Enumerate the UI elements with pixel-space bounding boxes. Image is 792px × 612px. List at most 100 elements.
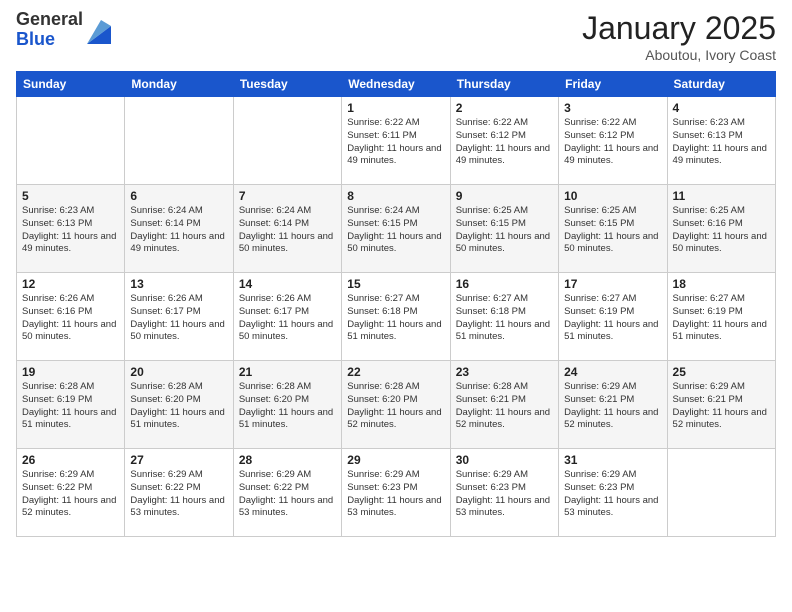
- day-info: Sunrise: 6:23 AM Sunset: 6:13 PM Dayligh…: [22, 205, 119, 256]
- day-number: 9: [456, 189, 553, 203]
- day-number: 7: [239, 189, 336, 203]
- header-friday: Friday: [559, 72, 667, 97]
- calendar-cell: 3Sunrise: 6:22 AM Sunset: 6:12 PM Daylig…: [559, 97, 667, 185]
- day-number: 13: [130, 277, 227, 291]
- day-info: Sunrise: 6:26 AM Sunset: 6:16 PM Dayligh…: [22, 293, 119, 344]
- day-info: Sunrise: 6:28 AM Sunset: 6:21 PM Dayligh…: [456, 381, 553, 432]
- day-info: Sunrise: 6:28 AM Sunset: 6:19 PM Dayligh…: [22, 381, 119, 432]
- day-info: Sunrise: 6:22 AM Sunset: 6:11 PM Dayligh…: [347, 117, 444, 168]
- calendar-cell: 12 Sunrise: 6:26 AM Sunset: 6:16 PM Dayli…: [17, 273, 125, 361]
- calendar-cell: 21 Sunrise: 6:28 AM Sunset: 6:20 PM Dayli…: [233, 361, 341, 449]
- day-info: Sunrise: 6:24 AM Sunset: 6:14 PM Dayligh…: [130, 205, 227, 256]
- day-number: 10: [564, 189, 661, 203]
- header-tuesday: Tuesday: [233, 72, 341, 97]
- day-number: 8: [347, 189, 444, 203]
- day-number: 31: [564, 453, 661, 467]
- calendar-cell: 4Sunrise: 6:23 AM Sunset: 6:13 PM Daylig…: [667, 97, 775, 185]
- calendar-cell: 7 Sunrise: 6:24 AM Sunset: 6:14 PM Daylig…: [233, 185, 341, 273]
- day-number: 30: [456, 453, 553, 467]
- week-row-5: 26 Sunrise: 6:29 AM Sunset: 6:22 PM Dayli…: [17, 449, 776, 537]
- day-info: Sunrise: 6:29 AM Sunset: 6:23 PM Dayligh…: [564, 469, 661, 520]
- logo-blue: Blue: [16, 30, 83, 50]
- day-number: 24: [564, 365, 661, 379]
- calendar-cell: [17, 97, 125, 185]
- day-number: 11: [673, 189, 770, 203]
- logo-text: General Blue: [16, 10, 83, 50]
- calendar-cell: 31 Sunrise: 6:29 AM Sunset: 6:23 PM Dayli…: [559, 449, 667, 537]
- day-number: 23: [456, 365, 553, 379]
- calendar-cell: 2 Sunrise: 6:22 AM Sunset: 6:12 PM Daylig…: [450, 97, 558, 185]
- day-info: Sunrise: 6:22 AM Sunset: 6:12 PM Dayligh…: [564, 117, 661, 168]
- day-info: Sunrise: 6:26 AM Sunset: 6:17 PM Dayligh…: [130, 293, 227, 344]
- week-row-3: 12 Sunrise: 6:26 AM Sunset: 6:16 PM Dayli…: [17, 273, 776, 361]
- day-number: 2: [456, 101, 553, 115]
- calendar-cell: 22Sunrise: 6:28 AM Sunset: 6:20 PM Dayli…: [342, 361, 450, 449]
- day-number: 12: [22, 277, 119, 291]
- day-info: Sunrise: 6:28 AM Sunset: 6:20 PM Dayligh…: [239, 381, 336, 432]
- calendar-cell: 27 Sunrise: 6:29 AM Sunset: 6:22 PM Dayli…: [125, 449, 233, 537]
- day-number: 6: [130, 189, 227, 203]
- calendar-cell: 1 Sunrise: 6:22 AM Sunset: 6:11 PM Daylig…: [342, 97, 450, 185]
- calendar-cell: 29 Sunrise: 6:29 AM Sunset: 6:23 PM Dayli…: [342, 449, 450, 537]
- location-subtitle: Aboutou, Ivory Coast: [582, 47, 776, 63]
- day-info: Sunrise: 6:27 AM Sunset: 6:18 PM Dayligh…: [456, 293, 553, 344]
- calendar-cell: 14 Sunrise: 6:26 AM Sunset: 6:17 PM Dayli…: [233, 273, 341, 361]
- calendar-cell: 13 Sunrise: 6:26 AM Sunset: 6:17 PM Dayli…: [125, 273, 233, 361]
- day-info: Sunrise: 6:29 AM Sunset: 6:21 PM Dayligh…: [564, 381, 661, 432]
- calendar-cell: 28 Sunrise: 6:29 AM Sunset: 6:22 PM Dayli…: [233, 449, 341, 537]
- day-number: 26: [22, 453, 119, 467]
- day-info: Sunrise: 6:24 AM Sunset: 6:14 PM Dayligh…: [239, 205, 336, 256]
- day-info: Sunrise: 6:28 AM Sunset: 6:20 PM Dayligh…: [130, 381, 227, 432]
- calendar-cell: 20 Sunrise: 6:28 AM Sunset: 6:20 PM Dayli…: [125, 361, 233, 449]
- day-info: Sunrise: 6:25 AM Sunset: 6:15 PM Dayligh…: [456, 205, 553, 256]
- day-info: Sunrise: 6:24 AM Sunset: 6:15 PM Dayligh…: [347, 205, 444, 256]
- calendar-cell: 30 Sunrise: 6:29 AM Sunset: 6:23 PM Dayli…: [450, 449, 558, 537]
- day-info: Sunrise: 6:29 AM Sunset: 6:22 PM Dayligh…: [22, 469, 119, 520]
- day-info: Sunrise: 6:22 AM Sunset: 6:12 PM Dayligh…: [456, 117, 553, 168]
- day-info: Sunrise: 6:29 AM Sunset: 6:23 PM Dayligh…: [456, 469, 553, 520]
- calendar-cell: 10Sunrise: 6:25 AM Sunset: 6:15 PM Dayli…: [559, 185, 667, 273]
- day-number: 21: [239, 365, 336, 379]
- day-number: 17: [564, 277, 661, 291]
- header: General Blue January 2025 Aboutou, Ivory…: [16, 10, 776, 63]
- header-sunday: Sunday: [17, 72, 125, 97]
- title-block: January 2025 Aboutou, Ivory Coast: [582, 10, 776, 63]
- logo-icon: [87, 16, 111, 44]
- calendar-cell: 23 Sunrise: 6:28 AM Sunset: 6:21 PM Dayli…: [450, 361, 558, 449]
- week-row-1: 1 Sunrise: 6:22 AM Sunset: 6:11 PM Daylig…: [17, 97, 776, 185]
- day-number: 16: [456, 277, 553, 291]
- day-info: Sunrise: 6:29 AM Sunset: 6:21 PM Dayligh…: [673, 381, 770, 432]
- day-info: Sunrise: 6:29 AM Sunset: 6:22 PM Dayligh…: [239, 469, 336, 520]
- day-number: 14: [239, 277, 336, 291]
- day-number: 20: [130, 365, 227, 379]
- day-number: 29: [347, 453, 444, 467]
- calendar-cell: 16 Sunrise: 6:27 AM Sunset: 6:18 PM Dayli…: [450, 273, 558, 361]
- logo-general: General: [16, 10, 83, 30]
- logo: General Blue: [16, 10, 111, 50]
- day-info: Sunrise: 6:27 AM Sunset: 6:19 PM Dayligh…: [673, 293, 770, 344]
- header-monday: Monday: [125, 72, 233, 97]
- calendar-cell: 9 Sunrise: 6:25 AM Sunset: 6:15 PM Daylig…: [450, 185, 558, 273]
- week-row-2: 5 Sunrise: 6:23 AM Sunset: 6:13 PM Daylig…: [17, 185, 776, 273]
- calendar-cell: 26 Sunrise: 6:29 AM Sunset: 6:22 PM Dayli…: [17, 449, 125, 537]
- day-info: Sunrise: 6:29 AM Sunset: 6:22 PM Dayligh…: [130, 469, 227, 520]
- day-info: Sunrise: 6:26 AM Sunset: 6:17 PM Dayligh…: [239, 293, 336, 344]
- day-number: 15: [347, 277, 444, 291]
- day-number: 4: [673, 101, 770, 115]
- calendar-cell: 19 Sunrise: 6:28 AM Sunset: 6:19 PM Dayli…: [17, 361, 125, 449]
- month-title: January 2025: [582, 10, 776, 47]
- day-number: 5: [22, 189, 119, 203]
- day-number: 1: [347, 101, 444, 115]
- day-number: 27: [130, 453, 227, 467]
- calendar-cell: [233, 97, 341, 185]
- calendar-cell: 8 Sunrise: 6:24 AM Sunset: 6:15 PM Daylig…: [342, 185, 450, 273]
- day-info: Sunrise: 6:27 AM Sunset: 6:19 PM Dayligh…: [564, 293, 661, 344]
- day-info: Sunrise: 6:29 AM Sunset: 6:23 PM Dayligh…: [347, 469, 444, 520]
- page: General Blue January 2025 Aboutou, Ivory…: [0, 0, 792, 612]
- day-number: 19: [22, 365, 119, 379]
- calendar-cell: 18Sunrise: 6:27 AM Sunset: 6:19 PM Dayli…: [667, 273, 775, 361]
- calendar-cell: [667, 449, 775, 537]
- calendar-cell: 5 Sunrise: 6:23 AM Sunset: 6:13 PM Daylig…: [17, 185, 125, 273]
- day-number: 28: [239, 453, 336, 467]
- calendar-cell: 17 Sunrise: 6:27 AM Sunset: 6:19 PM Dayli…: [559, 273, 667, 361]
